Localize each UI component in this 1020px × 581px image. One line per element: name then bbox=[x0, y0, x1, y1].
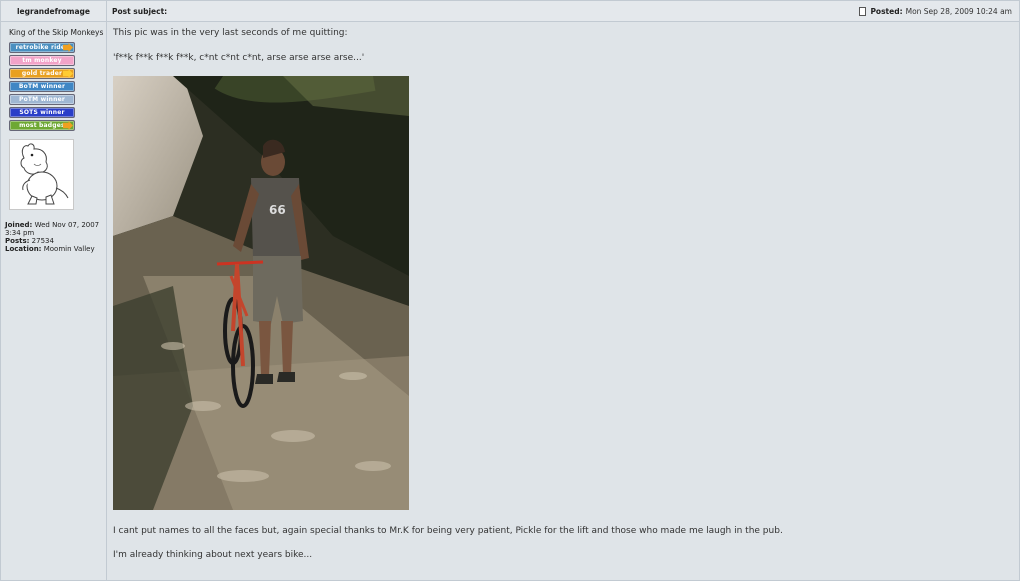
profile-panel: King of the Skip Monkeys retrobike rider… bbox=[1, 22, 107, 580]
badge-label: most badges bbox=[19, 122, 65, 129]
badge-sots-winner: SOTS winner bbox=[9, 107, 75, 118]
badge-label: tm monkey bbox=[22, 57, 62, 64]
badge-tm-monkey: tm monkey bbox=[9, 55, 75, 66]
badge-gold-trader: gold trader bbox=[9, 68, 75, 79]
location-info: Location: Moomin Valley bbox=[5, 245, 95, 253]
posts-info: Posts: 27534 bbox=[5, 237, 54, 245]
badge-retrobike-rider: retrobike rider bbox=[9, 42, 75, 53]
location-value: Moomin Valley bbox=[43, 245, 95, 253]
post-link-icon[interactable] bbox=[859, 6, 867, 16]
user-rank: King of the Skip Monkeys bbox=[9, 28, 104, 37]
badge-potm-winner: PoTM winner bbox=[9, 94, 75, 105]
badge-label: BoTM winner bbox=[18, 83, 66, 90]
post-header: legrandefromage Post subject: Posted: Mo… bbox=[1, 1, 1019, 22]
badge-label: SOTS winner bbox=[19, 109, 65, 116]
joined-time: 3:34 pm bbox=[5, 229, 35, 237]
post-text-line: This pic was in the very last seconds of… bbox=[113, 28, 348, 38]
posted-date-value: Mon Sep 28, 2009 10:24 am bbox=[905, 6, 1012, 16]
joined-value: Wed Nov 07, 2007 bbox=[34, 221, 100, 229]
posted-label: Posted: bbox=[870, 6, 903, 16]
post-text-line: I'm already thinking about next years bi… bbox=[113, 550, 313, 560]
badge-label: gold trader bbox=[21, 70, 63, 77]
moomin-avatar-icon bbox=[9, 139, 74, 210]
posts-label: Posts: bbox=[5, 237, 30, 245]
author-name[interactable]: legrandefromage bbox=[1, 1, 107, 21]
posts-value: 27534 bbox=[31, 237, 54, 245]
post-text-line: I cant put names to all the faces but, a… bbox=[113, 526, 783, 536]
post-text-line: 'f**k f**k f**k f**k, c*nt c*nt c*nt, ar… bbox=[113, 53, 365, 63]
badge-label: retrobike rider bbox=[15, 44, 69, 51]
badge-label: PoTM winner bbox=[18, 96, 66, 103]
joined-info: Joined: Wed Nov 07, 2007 3:34 pm bbox=[5, 221, 99, 237]
badge-arrow-icon bbox=[63, 69, 73, 78]
post-photo[interactable]: 66 bbox=[113, 76, 409, 510]
post-date: Posted: Mon Sep 28, 2009 10:24 am bbox=[859, 1, 1012, 21]
badge-botm-winner: BoTM winner bbox=[9, 81, 75, 92]
post-subject-label: Post subject: bbox=[112, 6, 168, 16]
badge-most-badges: most badges bbox=[9, 120, 75, 131]
joined-label: Joined: bbox=[5, 221, 33, 229]
post-container: legrandefromage Post subject: Posted: Mo… bbox=[0, 0, 1020, 581]
svg-text:66: 66 bbox=[269, 203, 286, 217]
location-label: Location: bbox=[5, 245, 42, 253]
